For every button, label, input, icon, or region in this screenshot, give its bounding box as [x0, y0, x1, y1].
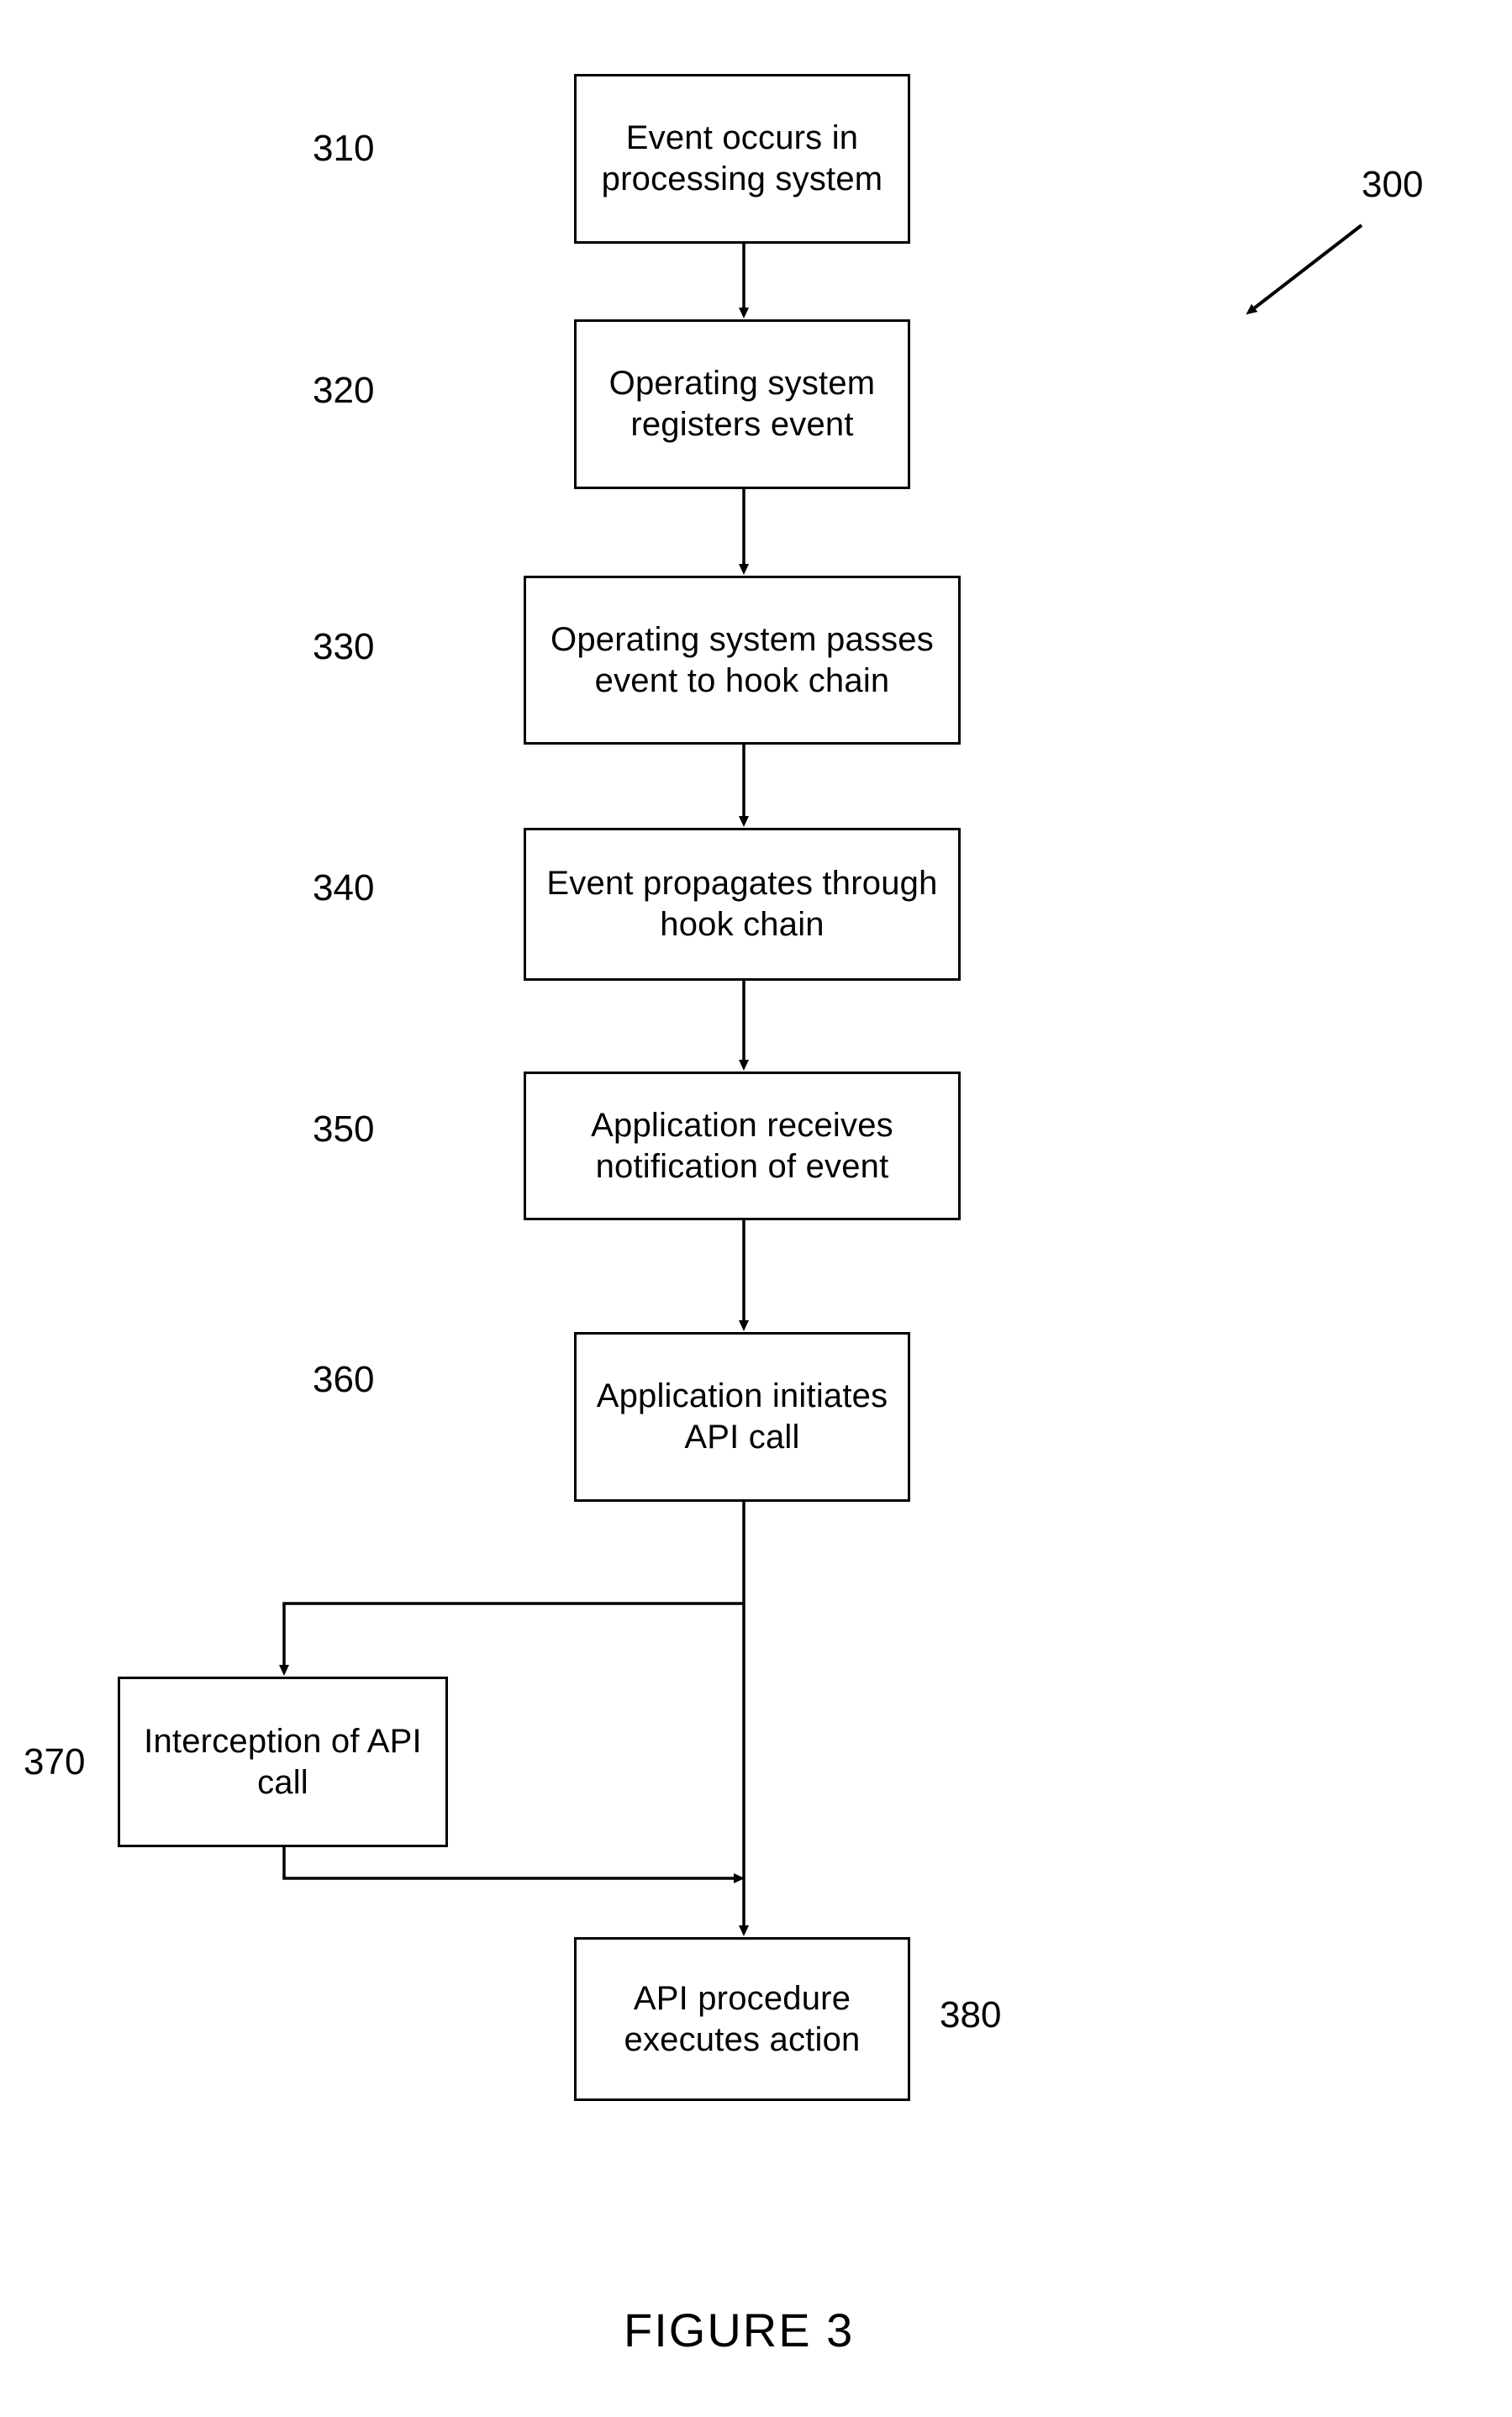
node-380: API procedure executes action [574, 1937, 910, 2101]
node-360: Application initiates API call [574, 1332, 910, 1502]
node-320-label: Operating system registers event [608, 365, 876, 443]
node-330-label: Operating system passes event to hook ch… [551, 620, 934, 699]
node-340: Event propagates through hook chain [524, 828, 961, 981]
node-350-label: Application receives notification of eve… [591, 1106, 893, 1185]
ref-label-360: 360 [313, 1359, 375, 1400]
ref-label-340: 340 [313, 867, 375, 908]
ref-300-leader-arrow [1246, 224, 1363, 315]
node-360-label: Application initiates API call [596, 1377, 888, 1456]
ref-label-310: 310 [313, 128, 375, 169]
node-330: Operating system passes event to hook ch… [524, 576, 961, 745]
ref-label-320: 320 [313, 370, 375, 411]
edge-370-380 [282, 1847, 745, 1883]
node-310: Event occurs in processing system [574, 74, 910, 244]
node-370: Interception of API call [118, 1677, 448, 1847]
node-320: Operating system registers event [574, 319, 910, 489]
node-370-label: Interception of API call [144, 1722, 422, 1801]
node-350: Application receives notification of eve… [524, 1072, 961, 1220]
ref-label-300: 300 [1362, 164, 1424, 205]
node-340-label: Event propagates through hook chain [546, 865, 938, 943]
node-380-label: API procedure executes action [624, 1979, 861, 2058]
ref-label-370: 370 [24, 1741, 86, 1782]
ref-label-330: 330 [313, 626, 375, 667]
ref-label-350: 350 [313, 1108, 375, 1150]
edge-360-370 [279, 1602, 744, 1676]
node-310-label: Event occurs in processing system [601, 119, 883, 197]
figure-canvas: Event occurs in processing system Operat… [0, 0, 1512, 2417]
ref-label-380: 380 [940, 1994, 1002, 2035]
figure-caption: FIGURE 3 [624, 2304, 855, 2356]
